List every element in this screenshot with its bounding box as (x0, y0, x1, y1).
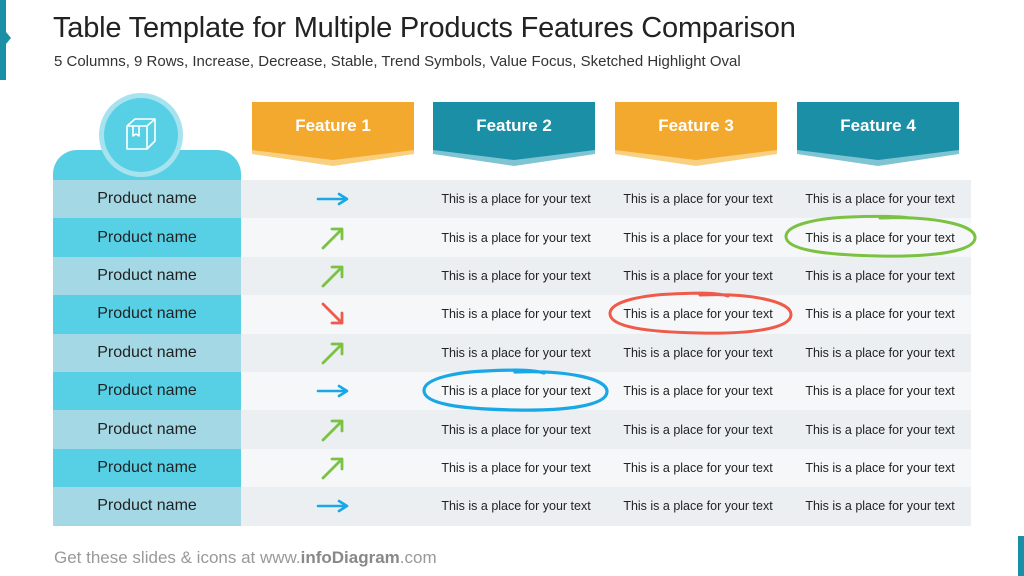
table-row: Product name This is a place for your tex… (53, 218, 971, 257)
feature-header-label: Feature 1 (295, 116, 371, 135)
feature-header-label: Feature 2 (476, 116, 552, 135)
feature-text-cell: This is a place for your text (805, 461, 955, 476)
feature-header-tip (433, 146, 595, 166)
trend-cell (241, 372, 425, 411)
footer-prefix: Get these slides & icons at www. (54, 548, 301, 567)
table-row: Product name This is a place for your tex… (53, 448, 971, 488)
product-name-cell: Product name (53, 218, 241, 257)
left-accent-bar (0, 0, 11, 80)
feature-text-cell: This is a place for your text (623, 384, 773, 399)
feature-text-cell: This is a place for your text (623, 230, 773, 245)
increase-arrow-icon (321, 227, 344, 250)
feature-text-cell: This is a place for your text (441, 384, 591, 399)
right-accent-bar (1018, 536, 1024, 576)
trend-cell (241, 295, 425, 334)
feature-text-cell: This is a place for your text (805, 345, 955, 360)
trend-cell (241, 334, 425, 373)
slide-subtitle: 5 Columns, 9 Rows, Increase, Decrease, S… (54, 53, 741, 70)
stable-arrow-icon (316, 384, 349, 398)
feature-text-cell: This is a place for your text (441, 461, 591, 476)
feature-header-3: Feature 3 (615, 102, 777, 166)
feature-header-4: Feature 4 (797, 102, 959, 166)
decrease-arrow-icon (321, 303, 344, 325)
feature-text-cell: This is a place for your text (441, 230, 591, 245)
feature-text-cell: This is a place for your text (441, 345, 591, 360)
stable-arrow-icon (316, 192, 349, 206)
feature-header-tip (615, 146, 777, 166)
trend-cell (241, 218, 425, 257)
footer-suffix: .com (399, 548, 437, 567)
product-icon-badge (104, 98, 178, 172)
feature-text-cell: This is a place for your text (805, 422, 955, 437)
increase-arrow-icon (321, 342, 344, 365)
feature-text-cell: This is a place for your text (441, 307, 591, 322)
feature-text-cell: This is a place for your text (805, 384, 955, 399)
product-name-cell: Product name (53, 256, 241, 296)
increase-arrow-icon (321, 265, 344, 288)
table-row: Product name This is a place for your tex… (53, 256, 971, 296)
feature-text-cell: This is a place for your text (623, 422, 773, 437)
table-row: Product name This is a place for your tex… (53, 487, 971, 526)
feature-text-cell: This is a place for your text (441, 192, 591, 207)
product-name-cell: Product name (53, 372, 241, 411)
footer-brand: infoDiagram (300, 548, 400, 567)
feature-header-2: Feature 2 (433, 102, 595, 166)
feature-text-cell: This is a place for your text (805, 307, 955, 322)
feature-text-cell: This is a place for your text (623, 499, 773, 514)
feature-header-1: Feature 1 (252, 102, 414, 166)
feature-header-tip (797, 146, 959, 166)
trend-cell (241, 180, 425, 219)
increase-arrow-icon (321, 457, 344, 480)
stable-arrow-icon (316, 500, 349, 513)
box-icon (126, 118, 156, 150)
table-row: Product name This is a place for your tex… (53, 372, 971, 411)
feature-text-cell: This is a place for your text (805, 269, 955, 284)
table-row: Product name This is a place for your tex… (53, 295, 971, 334)
feature-text-cell: This is a place for your text (805, 499, 955, 514)
product-name-cell: Product name (53, 410, 241, 449)
feature-text-cell: This is a place for your text (441, 422, 591, 437)
feature-text-cell: This is a place for your text (623, 345, 773, 360)
feature-text-cell: This is a place for your text (805, 230, 955, 245)
trend-cell (241, 410, 425, 449)
trend-cell (241, 257, 425, 296)
product-name-cell: Product name (53, 487, 241, 526)
footer-credit: Get these slides & icons at www.infoDiag… (54, 548, 437, 568)
feature-text-cell: This is a place for your text (623, 461, 773, 476)
table-row: Product name This is a place for your tex… (53, 333, 971, 373)
feature-text-cell: This is a place for your text (441, 269, 591, 284)
feature-header-label: Feature 4 (840, 116, 916, 135)
feature-text-cell: This is a place for your text (805, 192, 955, 207)
feature-header-tip (252, 146, 414, 166)
table-row: Product name This is a place for your tex… (53, 410, 971, 449)
feature-text-cell: This is a place for your text (623, 269, 773, 284)
trend-cell (241, 487, 425, 526)
feature-text-cell: This is a place for your text (441, 499, 591, 514)
product-name-cell: Product name (53, 333, 241, 373)
feature-header-label: Feature 3 (658, 116, 734, 135)
increase-arrow-icon (321, 419, 344, 442)
feature-text-cell: This is a place for your text (623, 307, 773, 322)
product-name-cell: Product name (53, 448, 241, 488)
feature-text-cell: This is a place for your text (623, 192, 773, 207)
product-name-cell: Product name (53, 180, 241, 219)
table-row: Product name This is a place for your tex… (53, 180, 971, 219)
slide-title: Table Template for Multiple Products Fea… (53, 12, 796, 44)
product-name-cell: Product name (53, 295, 241, 334)
trend-cell (241, 449, 425, 488)
